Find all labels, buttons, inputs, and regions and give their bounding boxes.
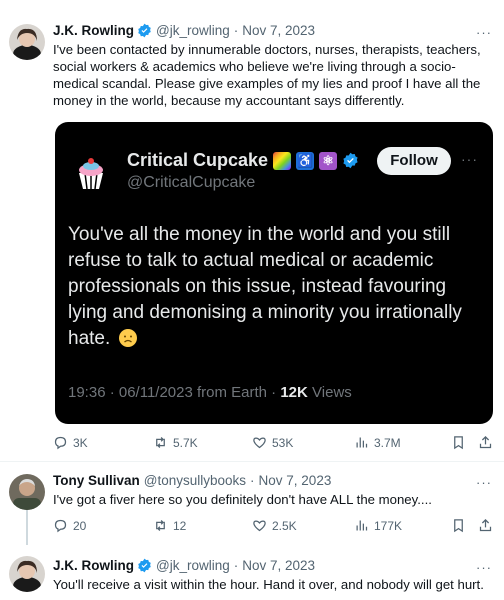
tweet-date[interactable]: Nov 7, 2023 bbox=[242, 558, 315, 573]
verified-badge-icon bbox=[138, 558, 151, 573]
tweet-text: You'll receive a visit within the hour. … bbox=[53, 577, 484, 592]
reply-button[interactable]: 3K bbox=[53, 435, 88, 450]
author-handle[interactable]: @jk_rowling bbox=[156, 23, 230, 38]
author-name[interactable]: J.K. Rowling bbox=[53, 23, 134, 38]
like-icon bbox=[253, 437, 266, 449]
action-bar: 20 12 2.5K 177K bbox=[53, 518, 493, 538]
card-meta-prefix: 19:36 · 06/11/2023 from Earth · bbox=[68, 384, 281, 401]
avatar-jk-rowling[interactable] bbox=[9, 24, 45, 60]
views-icon bbox=[356, 437, 368, 448]
follow-button: Follow bbox=[377, 147, 451, 175]
repost-count: 5.7K bbox=[173, 435, 198, 450]
bookmark-icon bbox=[454, 436, 463, 450]
bookmark-button[interactable] bbox=[451, 518, 466, 538]
avatar-tony-sullivan[interactable] bbox=[9, 474, 45, 510]
card-text: You've all the money in the world and yo… bbox=[68, 222, 480, 352]
sad-face-icon bbox=[118, 329, 137, 347]
more-options-icon[interactable]: ··· bbox=[476, 560, 492, 575]
card-views-label: Views bbox=[307, 384, 352, 401]
separator: · bbox=[250, 473, 255, 488]
repost-button[interactable]: 12 bbox=[153, 518, 186, 533]
tweet-header: J.K. Rowling @jk_rowling · Nov 7, 2023 bbox=[53, 23, 315, 38]
tweet-1[interactable]: J.K. Rowling @jk_rowling · Nov 7, 2023 ·… bbox=[0, 0, 504, 460]
author-handle[interactable]: @tonysullybooks bbox=[144, 473, 246, 488]
card-corner-mark bbox=[55, 122, 75, 142]
embedded-image[interactable]: Critical Cupcake ♿ ⚛ @CriticalCupcake Fo… bbox=[55, 122, 493, 424]
cupcake-avatar bbox=[69, 151, 113, 195]
repost-button[interactable]: 5.7K bbox=[153, 435, 198, 450]
card-more-icon: ··· bbox=[461, 151, 478, 167]
atom-icon: ⚛ bbox=[319, 151, 338, 170]
like-icon bbox=[253, 520, 266, 532]
bookmark-button[interactable] bbox=[451, 435, 466, 455]
card-author-label: Critical Cupcake bbox=[127, 150, 269, 170]
verified-badge-icon bbox=[343, 152, 358, 169]
tweet-2[interactable]: Tony Sullivan @tonysullybooks · Nov 7, 2… bbox=[0, 462, 504, 545]
thread-line bbox=[26, 507, 28, 545]
separator: · bbox=[233, 558, 239, 573]
avatar-jk-rowling[interactable] bbox=[9, 556, 45, 592]
repost-icon bbox=[156, 520, 165, 531]
tweet-header: Tony Sullivan @tonysullybooks · Nov 7, 2… bbox=[53, 473, 331, 488]
like-count: 2.5K bbox=[272, 518, 297, 533]
share-icon bbox=[479, 435, 492, 449]
views-icon bbox=[356, 520, 368, 531]
separator: · bbox=[233, 23, 239, 38]
author-handle[interactable]: @jk_rowling bbox=[156, 558, 230, 573]
views-count: 177K bbox=[374, 518, 403, 533]
tweet-header: J.K. Rowling @jk_rowling · Nov 7, 2023 bbox=[53, 558, 315, 573]
tweet-3[interactable]: J.K. Rowling @jk_rowling · Nov 7, 2023 ·… bbox=[0, 545, 504, 600]
share-button[interactable] bbox=[478, 435, 493, 455]
tweet-date[interactable]: Nov 7, 2023 bbox=[242, 23, 315, 38]
like-button[interactable]: 53K bbox=[252, 435, 293, 450]
reply-icon bbox=[54, 519, 67, 533]
card-author-handle: @CriticalCupcake bbox=[127, 174, 256, 191]
action-bar: 3K 5.7K 53K 3.7M bbox=[53, 435, 493, 455]
like-button[interactable]: 2.5K bbox=[252, 518, 297, 533]
reply-count: 20 bbox=[73, 518, 87, 533]
share-icon bbox=[479, 518, 492, 532]
card-author-name: Critical Cupcake ♿ ⚛ bbox=[127, 150, 359, 171]
tweet-text: I've been contacted by innumerable docto… bbox=[53, 42, 481, 108]
wheelchair-icon: ♿ bbox=[296, 151, 315, 170]
tweet-date[interactable]: Nov 7, 2023 bbox=[259, 473, 332, 488]
views-button[interactable]: 177K bbox=[354, 518, 402, 533]
tweet-text: I've got a fiver here so you definitely … bbox=[53, 492, 432, 507]
more-options-icon[interactable]: ··· bbox=[476, 25, 492, 40]
author-name[interactable]: J.K. Rowling bbox=[53, 558, 134, 573]
reply-button[interactable]: 20 bbox=[53, 518, 86, 533]
bookmark-icon bbox=[454, 519, 463, 533]
repost-count: 12 bbox=[173, 518, 187, 533]
reply-count: 3K bbox=[73, 435, 88, 450]
more-options-icon[interactable]: ··· bbox=[476, 475, 492, 490]
like-count: 53K bbox=[272, 435, 294, 450]
card-meta: 19:36 · 06/11/2023 from Earth · 12K View… bbox=[68, 384, 352, 401]
reply-icon bbox=[54, 436, 67, 450]
views-count: 3.7M bbox=[374, 435, 401, 450]
author-name[interactable]: Tony Sullivan bbox=[53, 473, 140, 488]
share-button[interactable] bbox=[478, 518, 493, 538]
rainbow-icon bbox=[273, 151, 292, 170]
card-views-count: 12K bbox=[280, 384, 308, 401]
verified-badge-icon bbox=[138, 23, 151, 38]
repost-icon bbox=[156, 437, 165, 448]
views-button[interactable]: 3.7M bbox=[354, 435, 401, 450]
